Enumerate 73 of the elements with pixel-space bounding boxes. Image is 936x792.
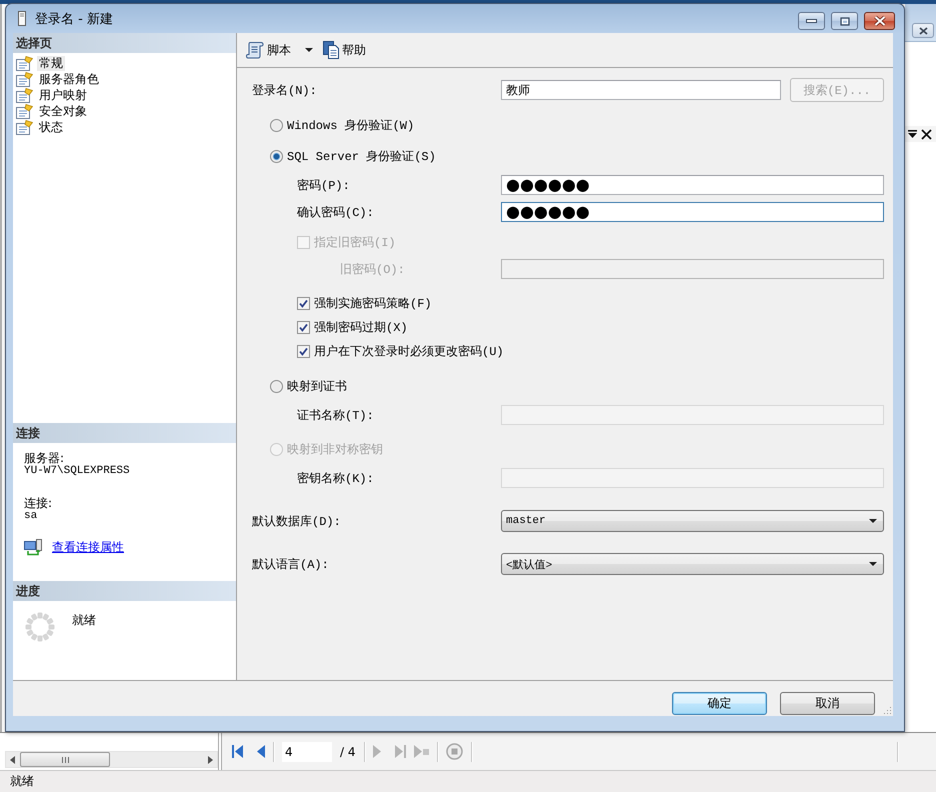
right-arrow-icon[interactable]: [208, 756, 213, 764]
field-label: 默认语言(A):: [252, 556, 329, 572]
field-label: 默认数据库(D):: [252, 514, 341, 530]
resize-grip-icon[interactable]: [883, 706, 892, 715]
page-number-field[interactable]: 4: [282, 742, 332, 762]
radio-option[interactable]: SQL Server 身份验证(S): [270, 148, 436, 164]
connection-properties-link[interactable]: 查看连接属性: [52, 539, 124, 556]
minimize-icon: [806, 19, 817, 23]
maximize-icon: [840, 16, 850, 26]
input-field[interactable]: ●●●●●●: [501, 202, 884, 222]
field-label: 旧密码(O):: [340, 262, 405, 278]
radio-option[interactable]: Windows 身份验证(W): [270, 116, 414, 134]
checkbox-option[interactable]: 强制实施密码策略(F): [297, 294, 432, 312]
page-icon: [16, 88, 33, 102]
field-label: 确认密码(C):: [297, 204, 374, 220]
toolbar-dropdown-button[interactable]: 脚本: [242, 38, 317, 62]
server-label: 服务器:: [24, 451, 64, 465]
toolbar-button[interactable]: 帮助: [319, 38, 370, 62]
status-text: 就绪: [10, 773, 34, 790]
server-name: YU-W7\SQLEXPRESS: [24, 465, 130, 478]
spinner-icon: [25, 612, 55, 642]
close-icon: [918, 26, 928, 34]
close-icon[interactable]: [921, 128, 932, 140]
field-label: 密码(P):: [297, 178, 350, 194]
input-field[interactable]: ●●●●●●: [501, 175, 884, 195]
radio-option[interactable]: 映射到证书: [270, 378, 347, 394]
document-icon: [323, 41, 339, 59]
window-icon: [18, 11, 26, 26]
dropdown-field[interactable]: <默认值>: [501, 553, 884, 575]
previous-page-icon[interactable]: [257, 745, 265, 758]
grip-icon: [62, 756, 68, 762]
section-header: 选择页: [13, 33, 236, 53]
connection-label: 连接:: [24, 496, 52, 510]
dialog-button[interactable]: 取消: [780, 692, 875, 715]
page-item[interactable]: 状态: [37, 120, 65, 134]
window-title: 登录名 - 新建: [35, 10, 113, 28]
dialog-button[interactable]: 确定: [672, 692, 767, 715]
pin-dropdown-icon[interactable]: [908, 130, 917, 138]
maximize-button[interactable]: [831, 12, 858, 30]
first-page-icon[interactable]: [232, 745, 243, 758]
section-header: 进度: [13, 581, 236, 601]
page-icon: [16, 120, 33, 134]
section-header: 连接: [13, 423, 236, 443]
caret-icon: [869, 562, 877, 566]
scroll-icon: [246, 41, 264, 59]
field-label: 登录名(N):: [252, 82, 317, 98]
checkbox-option[interactable]: 强制密码过期(X): [297, 318, 408, 336]
field-label: 证书名称(T):: [297, 408, 374, 424]
caret-icon: [305, 48, 313, 52]
minimize-button[interactable]: [798, 12, 825, 30]
page-item[interactable]: 常规: [37, 56, 65, 70]
checkbox-option[interactable]: 用户在下次登录时必须更改密码(U): [297, 342, 504, 360]
computer-icon: [24, 539, 42, 556]
connection-user: sa: [24, 510, 38, 523]
page-count: / 4: [340, 744, 356, 758]
close-button[interactable]: [864, 12, 895, 30]
scrollbar-thumb[interactable]: [20, 752, 110, 767]
close-button[interactable]: [912, 23, 934, 38]
page-icon: [16, 56, 33, 70]
input-field[interactable]: [501, 405, 884, 425]
page-item[interactable]: 服务器角色: [37, 72, 101, 86]
close-icon: [874, 16, 886, 26]
page-item[interactable]: 用户映射: [37, 88, 89, 102]
left-arrow-icon[interactable]: [10, 756, 15, 764]
progress-status: 就绪: [72, 612, 96, 629]
page-icon: [16, 104, 33, 118]
page-item[interactable]: 安全对象: [37, 104, 89, 118]
caret-icon: [869, 519, 877, 523]
page-icon: [16, 72, 33, 86]
field-label: 密钥名称(K):: [297, 470, 374, 486]
horizontal-scrollbar[interactable]: [5, 751, 218, 768]
dropdown-field[interactable]: master: [501, 510, 884, 532]
text-field[interactable]: 教师: [501, 80, 781, 100]
